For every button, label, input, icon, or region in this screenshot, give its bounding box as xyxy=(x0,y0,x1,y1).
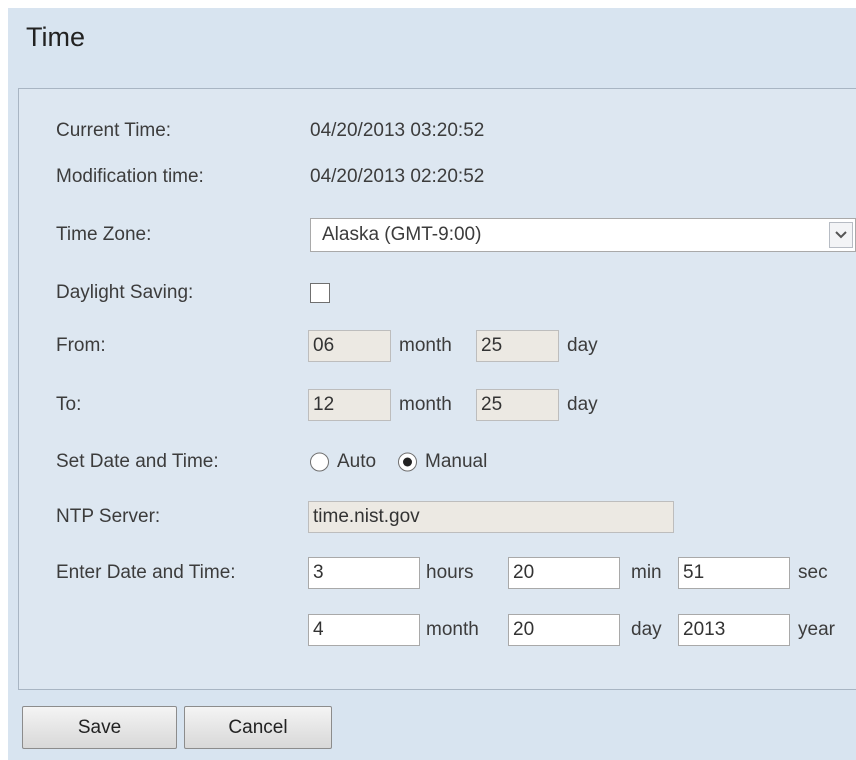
page-title: Time xyxy=(26,22,85,52)
to-day-input[interactable] xyxy=(476,389,559,421)
ntp-server-label: NTP Server: xyxy=(56,506,161,527)
auto-radio-label[interactable]: Auto xyxy=(337,451,376,473)
time-settings-page: Time Current Time: 04/20/2013 03:20:52 M… xyxy=(8,8,856,760)
time-settings-panel: Current Time: 04/20/2013 03:20:52 Modifi… xyxy=(18,88,856,690)
modification-time-value: 04/20/2013 02:20:52 xyxy=(310,166,485,187)
daylight-saving-label: Daylight Saving: xyxy=(56,282,194,303)
daylight-saving-checkbox[interactable] xyxy=(310,283,330,303)
auto-radio[interactable] xyxy=(310,452,329,472)
to-row: To: month day xyxy=(19,385,856,425)
enter-date-row: month day year xyxy=(19,610,856,650)
to-month-input[interactable] xyxy=(308,389,391,421)
month-unit: month xyxy=(426,619,479,640)
time-zone-row: Time Zone: Alaska (GMT-9:00) xyxy=(19,215,856,255)
set-date-time-row: Set Date and Time: Auto Manual xyxy=(19,442,856,482)
from-month-input[interactable] xyxy=(308,330,391,362)
from-month-unit: month xyxy=(399,335,452,356)
from-label: From: xyxy=(56,335,106,356)
save-button[interactable]: Save xyxy=(22,706,177,749)
sec-input[interactable] xyxy=(678,557,790,589)
modification-time-label: Modification time: xyxy=(56,166,204,187)
day-input[interactable] xyxy=(508,614,620,646)
manual-radio-label[interactable]: Manual xyxy=(425,451,487,473)
ntp-server-row: NTP Server: xyxy=(19,497,856,537)
time-zone-label: Time Zone: xyxy=(56,224,152,245)
time-zone-selected-value: Alaska (GMT-9:00) xyxy=(322,224,482,245)
manual-radio[interactable] xyxy=(398,452,417,472)
chevron-down-icon[interactable] xyxy=(829,222,853,248)
from-day-input[interactable] xyxy=(476,330,559,362)
enter-date-time-label: Enter Date and Time: xyxy=(56,562,236,583)
daylight-saving-row: Daylight Saving: xyxy=(19,273,856,313)
ntp-server-input[interactable] xyxy=(308,501,674,533)
hours-unit: hours xyxy=(426,562,474,583)
from-row: From: month day xyxy=(19,326,856,366)
cancel-button[interactable]: Cancel xyxy=(184,706,332,749)
enter-time-row: Enter Date and Time: hours min sec xyxy=(19,553,856,593)
to-month-unit: month xyxy=(399,394,452,415)
year-input[interactable] xyxy=(678,614,790,646)
to-day-unit: day xyxy=(567,394,598,415)
day-unit: day xyxy=(631,619,662,640)
time-zone-select[interactable]: Alaska (GMT-9:00) xyxy=(310,218,856,252)
year-unit: year xyxy=(798,619,835,640)
hours-input[interactable] xyxy=(308,557,420,589)
current-time-label: Current Time: xyxy=(56,120,172,141)
to-label: To: xyxy=(56,394,82,415)
month-input[interactable] xyxy=(308,614,420,646)
current-time-row: Current Time: 04/20/2013 03:20:52 xyxy=(19,111,856,151)
min-unit: min xyxy=(631,562,662,583)
set-date-time-label: Set Date and Time: xyxy=(56,451,219,472)
min-input[interactable] xyxy=(508,557,620,589)
current-time-value: 04/20/2013 03:20:52 xyxy=(310,120,485,141)
modification-time-row: Modification time: 04/20/2013 02:20:52 xyxy=(19,157,856,197)
sec-unit: sec xyxy=(798,562,828,583)
radio-selected-dot xyxy=(403,457,412,467)
from-day-unit: day xyxy=(567,335,598,356)
